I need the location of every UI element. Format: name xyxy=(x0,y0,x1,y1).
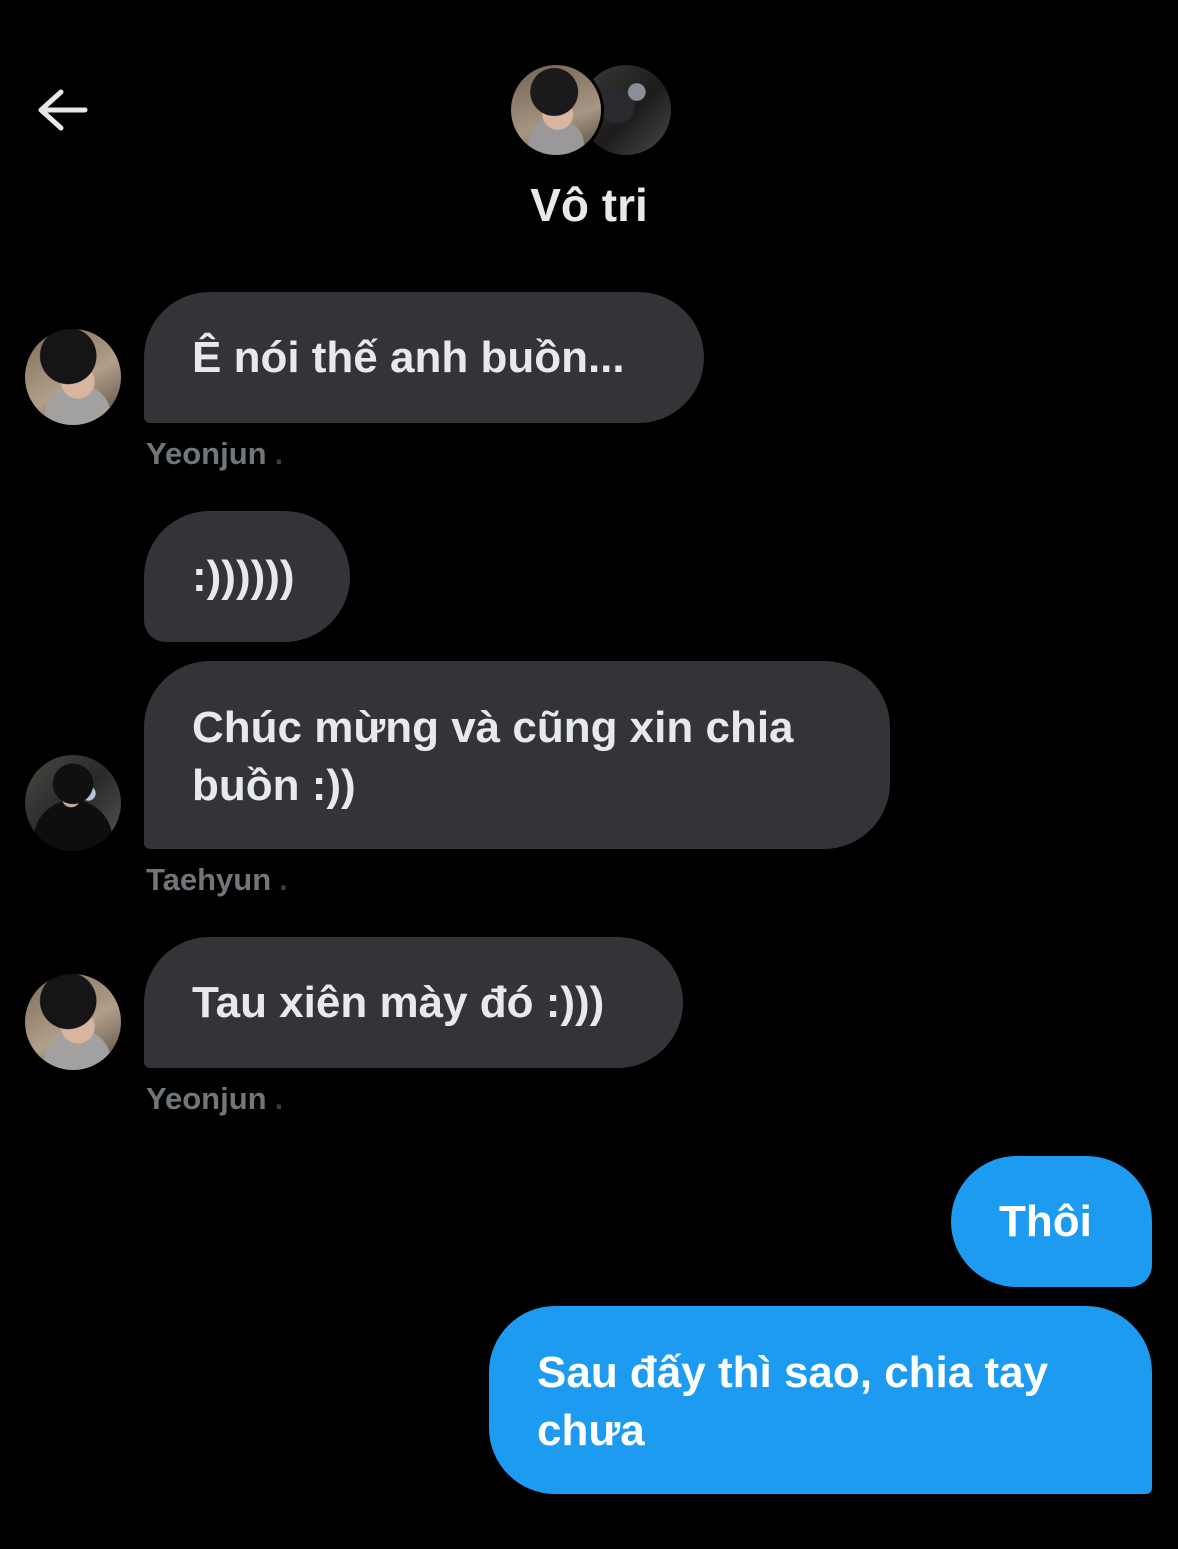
sender-label: Yeonjun xyxy=(146,436,267,471)
sender-name: Yeonjun. xyxy=(146,436,283,472)
message-bubble[interactable]: Thôi xyxy=(951,1156,1152,1287)
message-bubble[interactable]: Ê nói thế anh buồn... xyxy=(144,292,704,423)
message-text: Thôi xyxy=(999,1196,1092,1246)
member-avatar-yeonjun xyxy=(508,62,604,158)
message-text: :)))))) xyxy=(192,551,295,601)
avatar[interactable] xyxy=(25,755,121,851)
sender-name: Yeonjun. xyxy=(146,1081,283,1117)
message-text: Chúc mừng và cũng xin chia buồn :)) xyxy=(192,703,794,810)
sender-separator: . xyxy=(274,1081,284,1116)
message-text: Ê nói thế anh buồn... xyxy=(192,332,625,382)
avatar[interactable] xyxy=(25,329,121,425)
group-avatar[interactable] xyxy=(508,62,674,160)
message-bubble[interactable]: Tau xiên mày đó :))) xyxy=(144,937,683,1068)
sender-label: Yeonjun xyxy=(146,1081,267,1116)
back-button[interactable] xyxy=(30,82,92,138)
arrow-left-icon xyxy=(38,89,88,131)
message-bubble[interactable]: :)))))) xyxy=(144,511,350,642)
sender-label: Taehyun xyxy=(146,862,272,897)
sender-separator: . xyxy=(279,862,288,897)
conversation-title[interactable]: Vô tri xyxy=(0,178,1178,232)
avatar[interactable] xyxy=(25,974,121,1070)
message-bubble[interactable]: Sau đấy thì sao, chia tay chưa xyxy=(489,1306,1152,1494)
message-text: Tau xiên mày đó :))) xyxy=(192,977,605,1027)
sender-separator: . xyxy=(274,436,284,471)
message-text: Sau đấy thì sao, chia tay chưa xyxy=(537,1348,1049,1455)
message-bubble[interactable]: Chúc mừng và cũng xin chia buồn :)) xyxy=(144,661,890,849)
sender-name: Taehyun. xyxy=(146,862,288,898)
